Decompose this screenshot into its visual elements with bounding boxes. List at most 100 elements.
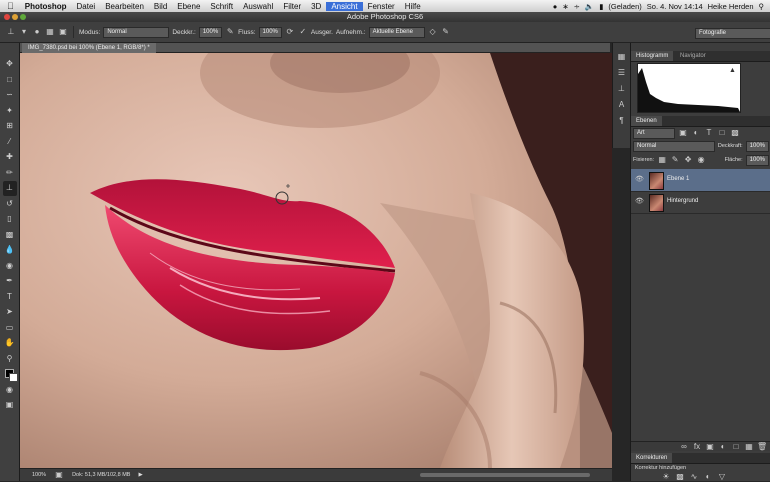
- opacity-field[interactable]: 100%: [198, 26, 223, 38]
- clone-source-icon[interactable]: ⊥: [616, 83, 628, 95]
- quick-select-tool-icon[interactable]: ✦: [3, 104, 17, 119]
- lasso-tool-icon[interactable]: ∽: [3, 88, 17, 103]
- minimize-window-icon[interactable]: [12, 14, 18, 20]
- menu-hilfe[interactable]: Hilfe: [400, 2, 426, 11]
- gradient-tool-icon[interactable]: ▩: [3, 228, 17, 243]
- size-pressure-icon[interactable]: ✎: [441, 27, 451, 37]
- hand-tool-icon[interactable]: ✋: [3, 336, 17, 351]
- new-adjustment-icon[interactable]: ◐: [718, 442, 728, 452]
- filter-adjustment-icon[interactable]: ◐: [691, 128, 701, 138]
- quick-mask-icon[interactable]: ◉: [3, 383, 17, 398]
- menu-ebene[interactable]: Ebene: [172, 2, 205, 11]
- clone-stamp-tool-button[interactable]: ⊥: [2, 181, 17, 196]
- brush-size-icon[interactable]: ●: [32, 27, 42, 37]
- workspace-select[interactable]: Fotografie: [695, 28, 770, 39]
- opacity-pressure-icon[interactable]: ✎: [225, 27, 235, 37]
- tab-histogram[interactable]: Histogramm: [631, 51, 674, 61]
- status-icon[interactable]: ●: [553, 2, 558, 11]
- properties-panel-icon[interactable]: ☰: [616, 67, 628, 79]
- menu-3d[interactable]: 3D: [306, 2, 326, 11]
- blur-tool-icon[interactable]: 💧: [3, 243, 17, 258]
- lock-position-icon[interactable]: ✥: [683, 155, 693, 165]
- tab-navigator[interactable]: Navigator: [675, 51, 711, 61]
- color-swatches[interactable]: [3, 367, 18, 382]
- dodge-tool-icon[interactable]: ◉: [3, 259, 17, 274]
- aligned-checkbox[interactable]: ✓: [298, 27, 308, 37]
- brush-preset-icon[interactable]: ▾: [19, 27, 29, 37]
- path-select-tool-icon[interactable]: ➤: [3, 305, 17, 320]
- horizontal-scrollbar[interactable]: [420, 473, 590, 477]
- clone-source-panel-icon[interactable]: ▣: [58, 27, 68, 37]
- background-color-swatch[interactable]: [8, 373, 18, 382]
- layer-row-ebene-1[interactable]: 👁 Ebene 1: [631, 169, 770, 192]
- lock-transparency-icon[interactable]: ▦: [657, 155, 667, 165]
- menu-datei[interactable]: Datei: [72, 2, 101, 11]
- toggle-brush-panel-icon[interactable]: ▦: [45, 27, 55, 37]
- zoom-window-icon[interactable]: [20, 14, 26, 20]
- menu-filter[interactable]: Filter: [278, 2, 306, 11]
- apple-menu-icon[interactable]: : [0, 1, 20, 11]
- menu-fenster[interactable]: Fenster: [363, 2, 400, 11]
- clock[interactable]: So. 4. Nov 14:14: [647, 2, 703, 11]
- flow-field[interactable]: 100%: [258, 26, 282, 38]
- lock-pixels-icon[interactable]: ✎: [670, 155, 680, 165]
- brush-tool-icon[interactable]: ✏: [3, 166, 17, 181]
- eraser-tool-icon[interactable]: ▯: [3, 212, 17, 227]
- character-panel-icon[interactable]: A: [616, 99, 628, 111]
- layer-filter-kind[interactable]: Art: [633, 127, 675, 139]
- menu-app[interactable]: Photoshop: [20, 2, 72, 11]
- eyedropper-tool-icon[interactable]: ⁄: [3, 135, 17, 150]
- histogram-warning-icon[interactable]: ▲: [729, 67, 736, 74]
- type-tool-icon[interactable]: T: [3, 290, 17, 305]
- filter-shape-icon[interactable]: □: [717, 128, 727, 138]
- paragraph-panel-icon[interactable]: ¶: [616, 115, 628, 127]
- volume-icon[interactable]: 🔈: [585, 2, 594, 11]
- menu-auswahl[interactable]: Auswahl: [238, 2, 278, 11]
- new-layer-icon[interactable]: ▦: [744, 442, 754, 452]
- filter-smart-icon[interactable]: ▩: [730, 128, 740, 138]
- layer-opacity-field[interactable]: 100%: [745, 140, 769, 152]
- tab-corrections[interactable]: Korrekturen: [631, 453, 673, 463]
- move-tool-icon[interactable]: ✥: [3, 57, 17, 72]
- battery-status[interactable]: (Geladen): [608, 2, 641, 11]
- filter-type-icon[interactable]: T: [704, 128, 714, 138]
- filter-pixel-icon[interactable]: ▣: [678, 128, 688, 138]
- history-brush-tool-icon[interactable]: ↺: [3, 197, 17, 212]
- new-group-icon[interactable]: □: [731, 442, 741, 452]
- layer-name[interactable]: Hintergrund: [667, 198, 698, 204]
- bluetooth-icon[interactable]: ∗: [562, 2, 568, 11]
- battery-icon[interactable]: ▮: [599, 2, 603, 11]
- screen-mode-icon[interactable]: ▣: [3, 398, 17, 413]
- shape-tool-icon[interactable]: ▭: [3, 321, 17, 336]
- healing-brush-tool-icon[interactable]: ✚: [3, 150, 17, 165]
- fill-field[interactable]: 100%: [745, 154, 769, 166]
- menu-schrift[interactable]: Schrift: [205, 2, 238, 11]
- history-panel-icon[interactable]: ▦: [616, 51, 628, 63]
- zoom-tool-icon[interactable]: ⚲: [3, 352, 17, 367]
- lock-all-icon[interactable]: ◉: [696, 155, 706, 165]
- pen-tool-icon[interactable]: ✒: [3, 274, 17, 289]
- link-layers-icon[interactable]: ∞: [679, 442, 689, 452]
- mode-select[interactable]: Normal: [103, 26, 170, 38]
- airbrush-icon[interactable]: ⟳: [285, 27, 295, 37]
- tab-layers[interactable]: Ebenen: [631, 116, 662, 126]
- visibility-eye-icon[interactable]: 👁: [635, 197, 644, 205]
- layer-row-hintergrund[interactable]: 👁 Hintergrund: [631, 191, 770, 214]
- spotlight-search-icon[interactable]: ⚲: [759, 2, 765, 11]
- wifi-icon[interactable]: ∻: [574, 2, 580, 11]
- document-canvas[interactable]: [20, 53, 612, 468]
- clone-stamp-tool-icon[interactable]: ⊥: [6, 27, 16, 37]
- sample-select[interactable]: Aktuelle Ebene: [368, 26, 425, 38]
- zoom-level[interactable]: 100%: [32, 472, 46, 478]
- status-share-icon[interactable]: ▣: [54, 470, 64, 480]
- layer-blend-mode[interactable]: Normal: [633, 140, 715, 152]
- menu-ansicht[interactable]: Ansicht: [326, 1, 363, 11]
- delete-layer-icon[interactable]: 🗑: [757, 442, 767, 452]
- user-name[interactable]: Heike Herden: [708, 2, 754, 11]
- ignore-adjustment-layers-icon[interactable]: ◇: [428, 27, 438, 37]
- document-tab[interactable]: IMG_7380.psd bei 100% (Ebene 1, RGB/8*) …: [22, 43, 156, 53]
- visibility-eye-icon[interactable]: 👁: [635, 175, 644, 183]
- status-menu-arrow-icon[interactable]: ▶: [138, 472, 142, 478]
- close-window-icon[interactable]: [4, 14, 10, 20]
- crop-tool-icon[interactable]: ⊞: [3, 119, 17, 134]
